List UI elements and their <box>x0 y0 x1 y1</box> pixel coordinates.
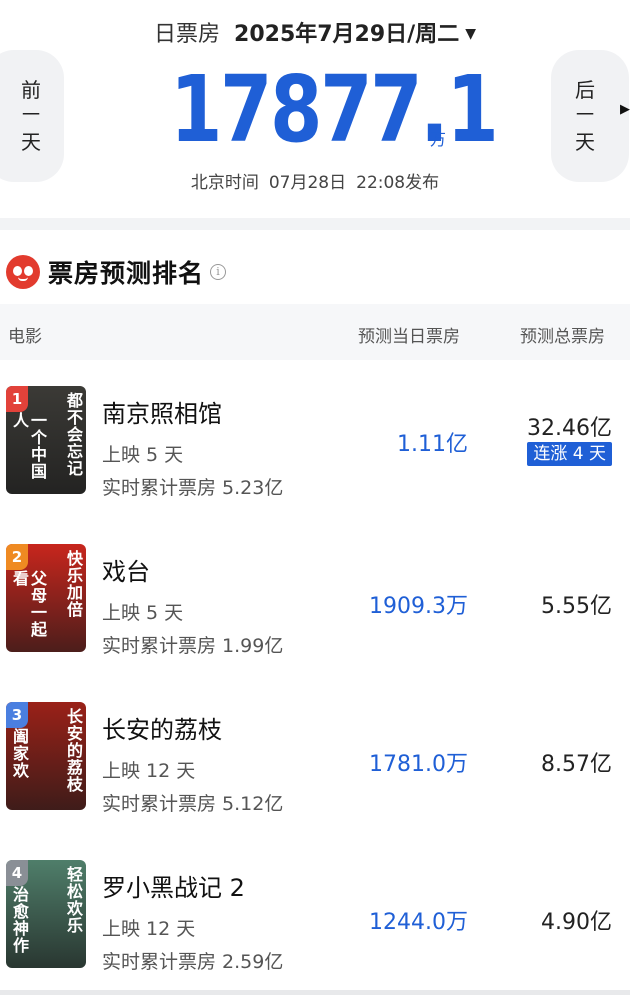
next-day-button[interactable]: 后 一 天 <box>551 50 629 182</box>
movie-poster[interactable]: 治愈神作 轻松欢乐 4 <box>6 860 86 968</box>
movie-poster[interactable]: 阖家欢 长安的荔枝 3 <box>6 702 86 810</box>
movie-row[interactable]: 阖家欢 长安的荔枝 3 长安的荔枝 上映 12 天实时累计票房 5.12亿 1781.0万… <box>0 676 630 834</box>
movie-title[interactable]: 长安的荔枝 <box>102 710 222 745</box>
total-box-office: 17877.1 <box>170 56 499 163</box>
movie-title[interactable]: 戏台 <box>102 552 150 587</box>
next-char-3: 天 <box>575 130 595 154</box>
cumulative-box-office: 实时累计票房 5.23亿 <box>102 477 284 499</box>
poster-text-right: 快乐加倍 <box>64 550 83 618</box>
forecast-total-value: 4.90亿 <box>541 910 612 935</box>
rank-badge: 4 <box>6 860 28 886</box>
prev-char-2: 一 <box>22 105 40 126</box>
days-released: 上映 12 天 <box>102 760 196 782</box>
cumulative-box-office: 实时累计票房 1.99亿 <box>102 635 284 657</box>
rank-badge: 2 <box>6 544 28 570</box>
forecast-total-value: 8.57亿 <box>541 752 612 777</box>
publish-time: 北京时间 07月28日 22:08发布 <box>0 168 630 193</box>
next-arrow-icon[interactable]: ▶ <box>620 102 630 117</box>
forecast-day-value: 1781.0万 <box>369 752 468 777</box>
box-office-header: 日票房 2025年7月29日/周二 ▼ 前 一 天 后 一 天 ▶ 17877.1 … <box>0 0 630 218</box>
poster-text-left: 阖家欢 <box>10 728 29 779</box>
timezone-label: 北京时间 <box>190 173 259 193</box>
forecast-total-value: 32.46亿 <box>527 416 612 441</box>
ranking-card: 票房预测排名 i 电影 预测当日票房 预测总票房 一个中国人 都不会忘记 1 南京照相… <box>0 230 630 995</box>
selected-date[interactable]: 2025年7月29日/周二 <box>234 22 459 47</box>
poster-text-left: 父母一起看 <box>10 570 47 638</box>
info-icon[interactable]: i <box>210 264 227 280</box>
daily-box-office-label: 日票房 <box>154 22 221 47</box>
rank-badge: 3 <box>6 702 28 728</box>
next-char-2: 一 <box>576 105 594 126</box>
ranking-title: 票房预测排名 <box>48 259 205 288</box>
date-selector[interactable]: 日票房 2025年7月29日/周二 ▼ <box>0 16 630 48</box>
previous-day-button[interactable]: 前 一 天 <box>0 50 64 182</box>
maoyan-cat-icon <box>6 255 40 289</box>
movie-title[interactable]: 南京照相馆 <box>102 394 222 429</box>
divider <box>0 990 630 995</box>
days-released: 上映 12 天 <box>102 918 196 940</box>
ranking-title-row: 票房预测排名 i <box>6 252 227 292</box>
rank-badge: 1 <box>6 386 28 412</box>
prev-char-1: 前 <box>21 78 41 102</box>
forecast-total-value: 5.55亿 <box>541 594 612 619</box>
prev-char-3: 天 <box>21 130 41 154</box>
next-char-1: 后 <box>575 78 595 102</box>
total-unit: 万 <box>430 130 447 149</box>
table-header: 电影 预测当日票房 预测总票房 <box>0 304 630 360</box>
column-forecast-total[interactable]: 预测总票房 <box>520 322 605 347</box>
movie-row[interactable]: 一个中国人 都不会忘记 1 南京照相馆上映 5 天实时累计票房 5.23亿 1.11亿 3… <box>0 360 630 518</box>
column-forecast-day[interactable]: 预测当日票房 <box>358 322 460 347</box>
forecast-day-value: 1.11亿 <box>397 432 468 457</box>
cumulative-box-office: 实时累计票房 2.59亿 <box>102 951 284 973</box>
movie-row[interactable]: 父母一起看 快乐加倍 2 戏台上映 5 天实时累计票房 1.99亿 1909.3万 5.5… <box>0 518 630 676</box>
poster-text-right: 长安的荔枝 <box>64 708 83 793</box>
days-released: 上映 5 天 <box>102 444 184 466</box>
column-movie: 电影 <box>8 327 42 347</box>
cumulative-box-office: 实时累计票房 5.12亿 <box>102 793 284 815</box>
movie-row[interactable]: 治愈神作 轻松欢乐 4 罗小黑战记 2 上映 12 天实时累计票房 2.59亿 1244.… <box>0 834 630 992</box>
poster-text-left: 一个中国人 <box>10 412 47 480</box>
poster-text-right: 都不会忘记 <box>64 392 83 477</box>
publish-clock: 22:08发布 <box>356 173 440 193</box>
movie-title[interactable]: 罗小黑战记 2 <box>102 868 245 903</box>
forecast-day-value: 1909.3万 <box>369 594 468 619</box>
streak-badge: 连涨 4 天 <box>527 442 612 466</box>
movie-poster[interactable]: 一个中国人 都不会忘记 1 <box>6 386 86 494</box>
movie-poster[interactable]: 父母一起看 快乐加倍 2 <box>6 544 86 652</box>
forecast-day-value: 1244.0万 <box>369 910 468 935</box>
poster-text-left: 治愈神作 <box>10 886 29 954</box>
days-released: 上映 5 天 <box>102 602 184 624</box>
publish-date: 07月28日 <box>268 173 347 193</box>
poster-text-right: 轻松欢乐 <box>64 866 83 934</box>
caret-down-icon[interactable]: ▼ <box>465 26 476 42</box>
